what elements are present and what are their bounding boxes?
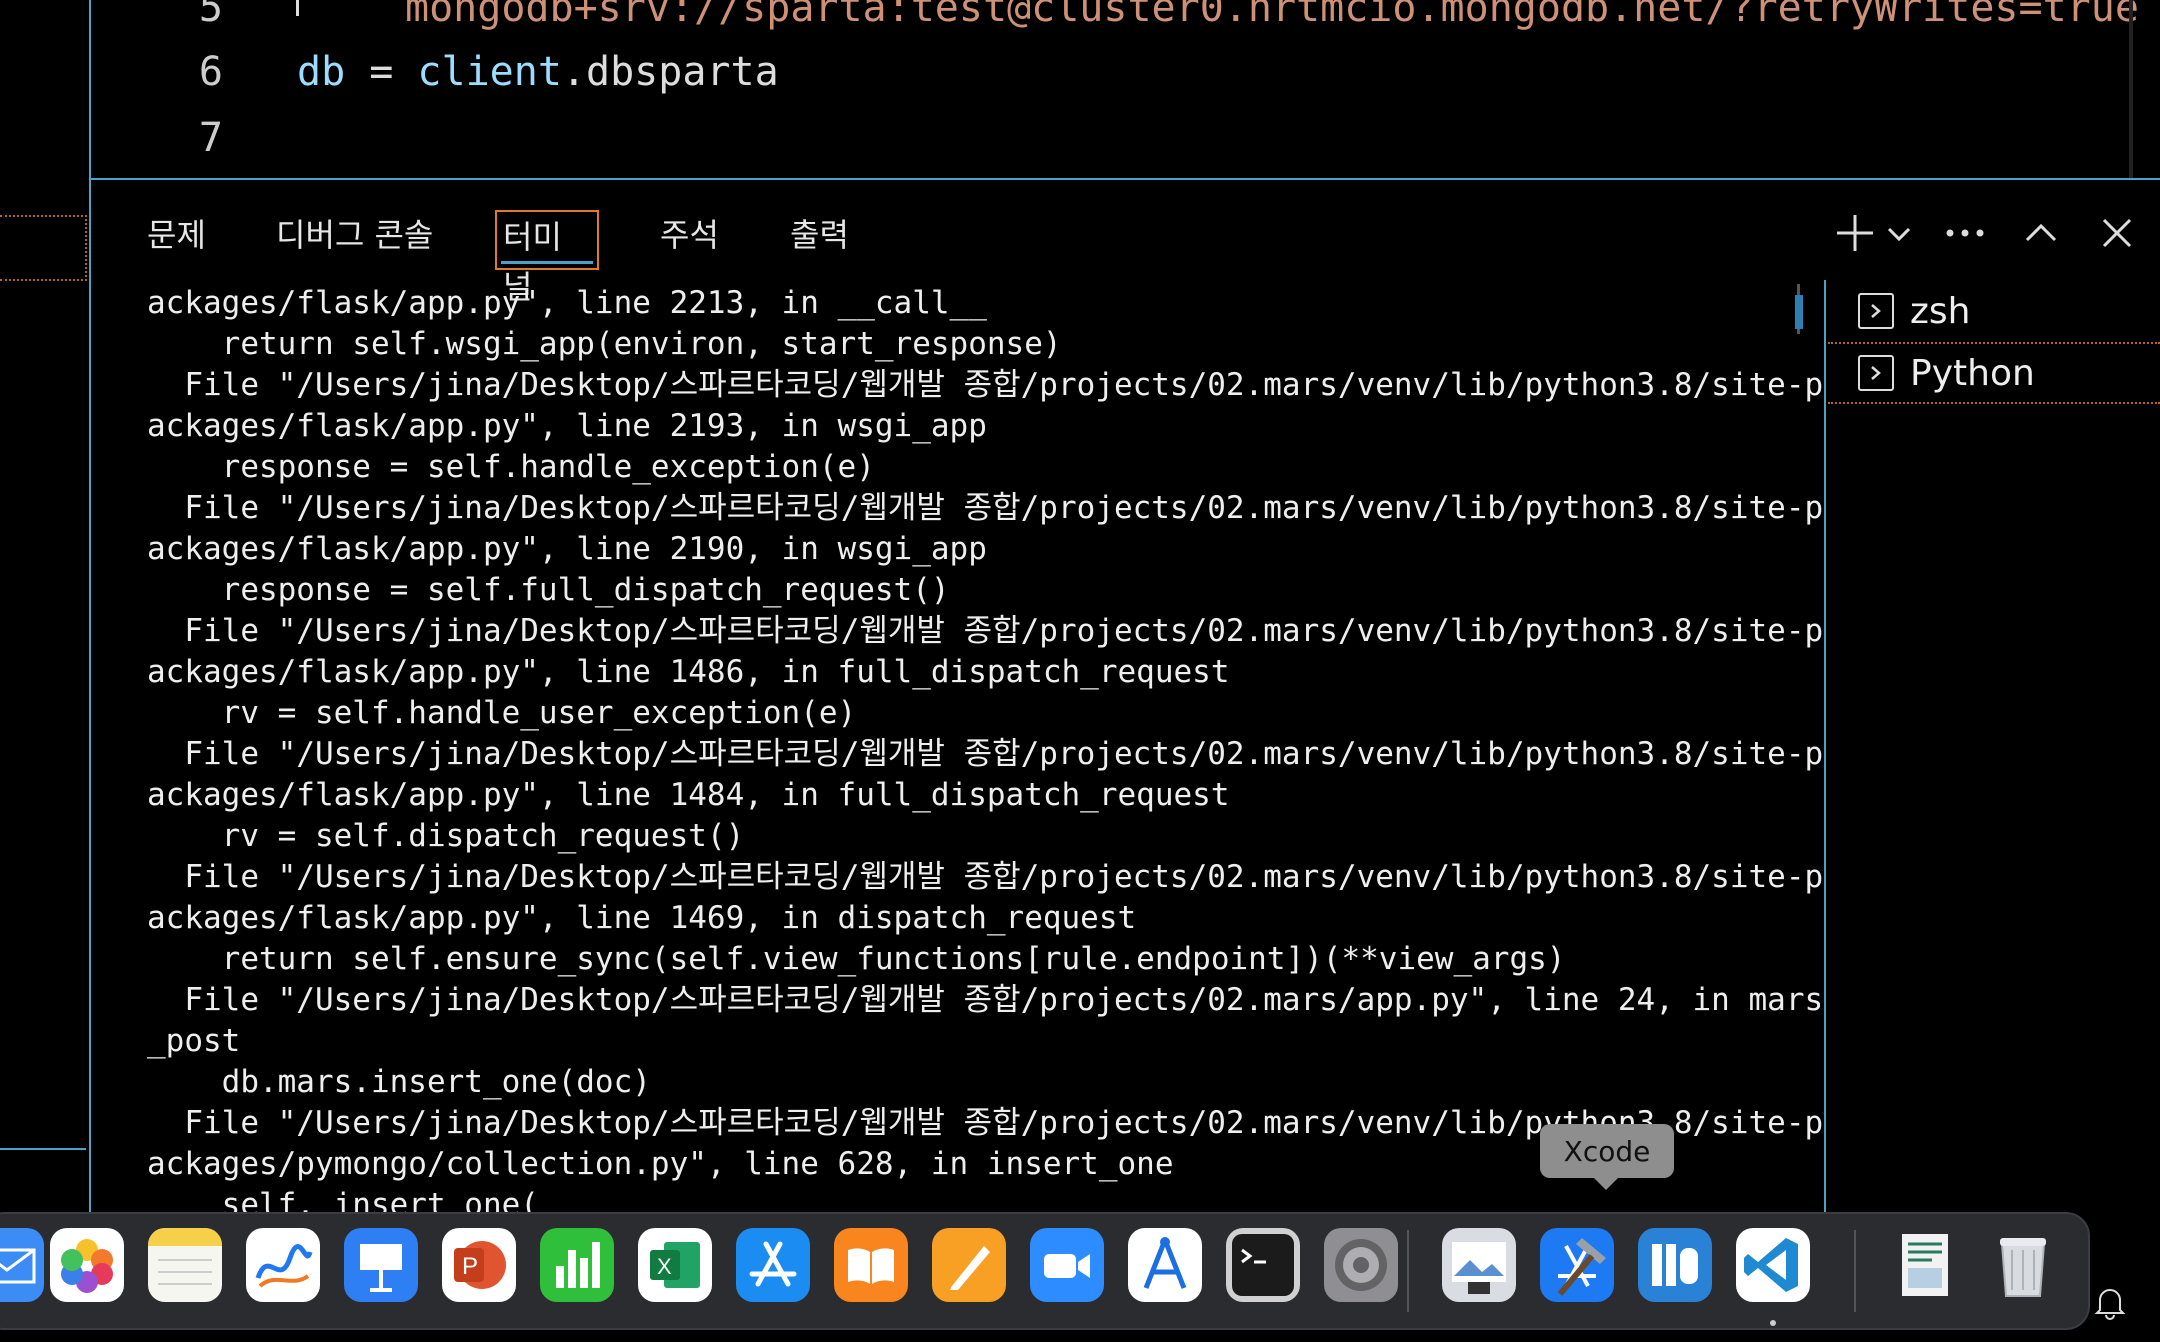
maximize-panel-button[interactable]: [2016, 208, 2066, 258]
terminal-line: ackages/flask/app.py", line 2190, in wsg…: [147, 531, 987, 567]
notification-bell-icon[interactable]: [2092, 1284, 2128, 1320]
line-number: 6: [198, 49, 223, 95]
plus-icon: [1837, 215, 1873, 251]
terminal-line: response = self.full_dispatch_request(): [147, 572, 950, 608]
keynote-icon[interactable]: [344, 1228, 418, 1302]
new-terminal-button[interactable]: [1830, 208, 1880, 258]
tab-debug-console[interactable]: 디버그 콘솔: [276, 210, 433, 270]
tab-label: 출력: [790, 216, 849, 254]
sidebar-divider: [0, 1148, 86, 1150]
excel-icon[interactable]: X: [638, 1228, 712, 1302]
terminal-line: File "/Users/jina/Desktop/스파르타코딩/웹개발 종합/…: [147, 982, 1824, 1018]
terminal-line: File "/Users/jina/Desktop/스파르타코딩/웹개발 종합/…: [147, 367, 1824, 403]
notes-icon[interactable]: [148, 1228, 222, 1302]
terminal-split-divider[interactable]: [1824, 280, 1826, 1215]
terminal-line: _post: [147, 1023, 241, 1059]
terminal-scrollbar[interactable]: [1795, 295, 1803, 329]
terminal-line: db.mars.insert_one(doc): [147, 1064, 651, 1100]
panel-actions: [1830, 208, 2160, 258]
line-number: 5: [198, 0, 223, 31]
chevron-down-icon: [1887, 227, 1911, 242]
code-object: client: [417, 49, 562, 95]
photos-icon[interactable]: [50, 1228, 124, 1302]
dock: P X: [0, 1212, 2090, 1330]
terminal-line: File "/Users/jina/Desktop/스파르타코딩/웹개발 종합/…: [147, 613, 1824, 649]
svg-text:X: X: [657, 1254, 672, 1279]
line-number: 7: [198, 115, 223, 161]
dock-separator: [1407, 1230, 1409, 1312]
terminal-line: ackages/flask/app.py", line 1469, in dis…: [147, 900, 1137, 936]
terminal-line: return self.ensure_sync(self.view_functi…: [147, 941, 1566, 977]
trash-icon[interactable]: [1986, 1228, 2060, 1302]
dock-tooltip: Xcode: [1540, 1124, 1674, 1190]
books-icon[interactable]: [834, 1228, 908, 1302]
sidebar-selected-item[interactable]: [0, 215, 87, 281]
terminal-instance-list: zsh Python: [1828, 280, 2160, 404]
panel-tabs: 문제 디버그 콘솔 터미널 주석 출력: [91, 180, 1791, 306]
tab-problems[interactable]: 문제: [147, 210, 206, 270]
terminal-line: response = self.handle_exception(e): [147, 449, 875, 485]
terminal-line: ackages/flask/app.py", line 2213, in __c…: [147, 285, 987, 321]
terminal-instance-label: Python: [1910, 352, 2035, 394]
viewer-icon[interactable]: [1638, 1228, 1712, 1302]
code-editor[interactable]: 5 mongodb+srv://sparta:test@cluster0.hrt…: [91, 0, 2160, 178]
code-attribute: .dbsparta: [561, 49, 779, 95]
svg-text:P: P: [462, 1253, 478, 1280]
editor-scrollbar[interactable]: [2129, 0, 2133, 178]
mail-icon[interactable]: [0, 1228, 44, 1302]
chevron-up-icon: [2025, 223, 2057, 242]
bottom-panel: 문제 디버그 콘솔 터미널 주석 출력 ackages/flask/app.py…: [91, 180, 2160, 1215]
terminal-dropdown-button[interactable]: [1874, 208, 1924, 258]
preview-icon[interactable]: [1442, 1228, 1516, 1302]
terminal-icon: [1858, 293, 1894, 329]
terminal-line: ackages/flask/app.py", line 2193, in wsg…: [147, 408, 987, 444]
code-variable: db: [297, 49, 346, 95]
tab-label: 주석: [660, 216, 719, 254]
running-indicator: [1770, 1320, 1776, 1326]
instruments-icon[interactable]: [1128, 1228, 1202, 1302]
freeform-icon[interactable]: [246, 1228, 320, 1302]
indent-guide: [296, 0, 299, 16]
terminal-instance-python[interactable]: Python: [1828, 342, 2160, 404]
ellipsis-icon: [1946, 229, 1984, 237]
code-operator: =: [345, 49, 418, 95]
active-tab-indicator: [501, 261, 593, 264]
terminal-line: ackages/flask/app.py", line 1484, in ful…: [147, 777, 1230, 813]
app-store-icon[interactable]: [736, 1228, 810, 1302]
code-text: db = client.dbsparta: [297, 40, 779, 104]
tab-comments[interactable]: 주석: [660, 210, 719, 270]
tab-terminal[interactable]: 터미널: [495, 210, 599, 306]
vscode-icon[interactable]: [1736, 1228, 1810, 1302]
tab-label: 디버그 콘솔: [276, 216, 434, 254]
zoom-icon[interactable]: [1030, 1228, 1104, 1302]
terminal-instance-label: zsh: [1910, 290, 1971, 332]
system-settings-icon[interactable]: [1324, 1228, 1398, 1302]
terminal-app-icon[interactable]: [1226, 1228, 1300, 1302]
document-icon[interactable]: [1888, 1228, 1962, 1302]
numbers-icon[interactable]: [540, 1228, 614, 1302]
tab-output[interactable]: 출력: [790, 210, 849, 270]
terminal-line: File "/Users/jina/Desktop/스파르타코딩/웹개발 종합/…: [147, 736, 1824, 772]
terminal-line: File "/Users/jina/Desktop/스파르타코딩/웹개발 종합/…: [147, 859, 1824, 895]
powerpoint-icon[interactable]: P: [442, 1228, 516, 1302]
terminal-line: File "/Users/jina/Desktop/스파르타코딩/웹개발 종합/…: [147, 490, 1824, 526]
pages-icon[interactable]: [932, 1228, 1006, 1302]
more-actions-button[interactable]: [1940, 208, 1990, 258]
terminal-line: ackages/flask/app.py", line 1486, in ful…: [147, 654, 1230, 690]
terminal-instance-zsh[interactable]: zsh: [1828, 280, 2160, 342]
code-string: mongodb+srv://sparta:test@cluster0.hrtmc…: [405, 0, 2139, 31]
xcode-icon[interactable]: [1540, 1228, 1614, 1302]
left-sidebar: [0, 0, 88, 1342]
terminal-icon: [1858, 355, 1894, 391]
tab-label: 문제: [147, 216, 206, 254]
close-panel-button[interactable]: [2092, 208, 2142, 258]
terminal-line: rv = self.dispatch_request(): [147, 818, 745, 854]
terminal-output[interactable]: ackages/flask/app.py", line 2213, in __c…: [147, 283, 1857, 1215]
terminal-line: rv = self.handle_user_exception(e): [147, 695, 857, 731]
close-icon: [2102, 218, 2132, 248]
terminal-line: return self.wsgi_app(environ, start_resp…: [147, 326, 1062, 362]
dock-separator: [1854, 1230, 1856, 1312]
